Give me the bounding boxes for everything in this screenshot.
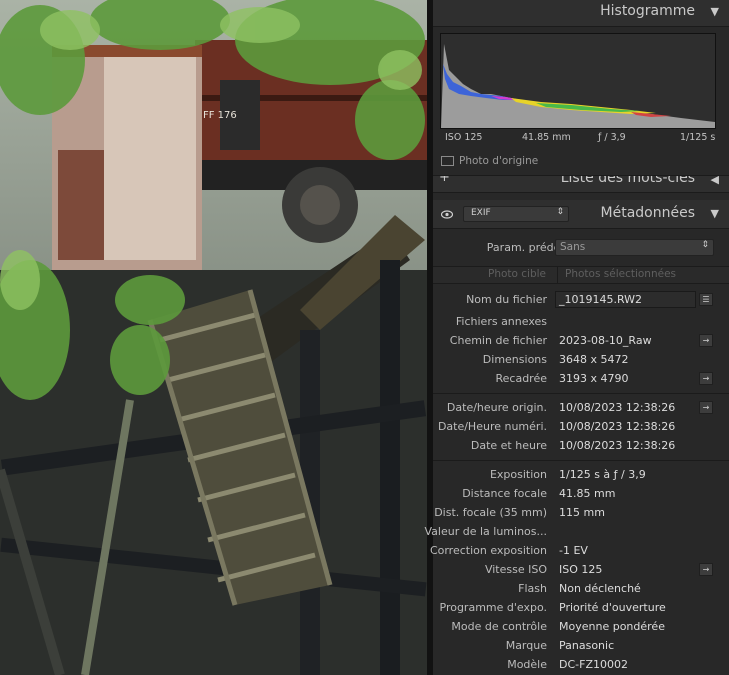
target-photo-button[interactable]: Photo cible <box>488 268 546 280</box>
row-date-digit: Date/Heure numéri. 10/08/2023 12:38:26 <box>433 417 729 436</box>
eye-icon[interactable] <box>440 209 454 222</box>
row-program: Programme d'expo. Priorité d'ouverture <box>433 598 729 617</box>
go-to-crop-icon[interactable]: → <box>699 372 713 385</box>
original-photo-label: Photo d'origine <box>459 155 539 167</box>
field-label: Mode de contrôle <box>451 620 547 633</box>
go-to-folder-icon[interactable]: → <box>699 334 713 347</box>
target-selection-row: Photo cible Photos sélectionnées <box>433 266 729 284</box>
field-value: Moyenne pondérée <box>559 620 665 633</box>
row-model: Modèle DC-FZ10002 <box>433 655 729 674</box>
row-crop: Recadrée 3193 x 4790 → <box>433 369 729 388</box>
row-date-orig: Date/heure origin. 10/08/2023 12:38:26 → <box>433 398 729 417</box>
hist-iso: ISO 125 <box>445 132 483 143</box>
go-to-date-icon[interactable]: → <box>699 401 713 414</box>
keywords-title: Liste des mots-clés <box>560 175 695 186</box>
field-label: Exposition <box>489 468 547 481</box>
field-label: Vitesse ISO <box>484 563 547 576</box>
collapse-triangle-icon[interactable]: ◀ <box>711 176 719 186</box>
right-panel: Histogramme ▼ ISO 125 41.85 mm ƒ / 3,9 1… <box>425 0 729 675</box>
field-value: 41.85 mm <box>559 487 616 500</box>
field-value: Priorité d'ouverture <box>559 601 666 614</box>
field-label: Flash <box>518 582 547 595</box>
photo-image: FF 176 <box>0 0 427 675</box>
filename-value[interactable]: _1019145.RW2 <box>559 293 642 306</box>
field-value: ISO 125 <box>559 563 603 576</box>
row-flash: Flash Non déclenché <box>433 579 729 598</box>
field-value: DC-FZ10002 <box>559 658 628 671</box>
field-value: Panasonic <box>559 639 615 652</box>
metadata-view-select[interactable]: EXIF ⇕ <box>463 206 569 222</box>
row-exposure: Exposition 1/125 s à ƒ / 3,9 <box>433 465 729 484</box>
histogram-graph <box>440 33 716 129</box>
histogram-header[interactable]: Histogramme ▼ <box>433 0 729 27</box>
field-value: 2023-08-10_Raw <box>559 334 652 347</box>
field-value: 10/08/2023 12:38:26 <box>559 439 676 452</box>
field-value: 115 mm <box>559 506 605 519</box>
preset-value: Sans <box>560 241 586 253</box>
section-divider <box>433 460 729 461</box>
field-label: Date/heure origin. <box>446 401 547 414</box>
row-folder: Chemin de fichier 2023-08-10_Raw → <box>433 331 729 350</box>
hist-shutter: 1/125 s <box>680 132 716 143</box>
field-label: Dimensions <box>482 353 547 366</box>
row-filename: Nom du fichier _1019145.RW2 ☰ <box>433 290 729 309</box>
row-date-time: Date et heure 10/08/2023 12:38:26 <box>433 436 729 455</box>
keywords-header[interactable]: + Liste des mots-clés ◀ <box>433 175 729 193</box>
field-label: Valeur de la luminos... <box>424 525 548 538</box>
updown-arrows-icon: ⇕ <box>701 240 709 250</box>
field-label: Marque <box>505 639 547 652</box>
hist-focal: 41.85 mm <box>522 132 571 143</box>
row-dimensions: Dimensions 3648 x 5472 <box>433 350 729 369</box>
preset-select[interactable]: Sans ⇕ <box>555 239 714 256</box>
field-value: 10/08/2023 12:38:26 <box>559 401 676 414</box>
field-label: Distance focale <box>462 487 547 500</box>
field-label: Dist. focale (35 mm) <box>434 506 547 519</box>
field-value: 3193 x 4790 <box>559 372 629 385</box>
field-label: Fichiers annexes <box>455 315 547 328</box>
field-label: Correction exposition <box>429 544 547 557</box>
add-icon[interactable]: + <box>439 176 450 185</box>
updown-arrows-icon: ⇕ <box>556 207 564 217</box>
wagon-text: FF 176 <box>203 110 237 121</box>
field-label: Nom du fichier <box>466 293 547 306</box>
field-value: 10/08/2023 12:38:26 <box>559 420 676 433</box>
field-value: 1/125 s à ƒ / 3,9 <box>559 468 646 481</box>
histogram-info: ISO 125 41.85 mm ƒ / 3,9 1/125 s <box>440 131 716 147</box>
original-photo-toggle[interactable]: Photo d'origine <box>441 155 538 173</box>
selected-photos-button[interactable]: Photos sélectionnées <box>565 268 676 280</box>
field-value: 3648 x 5472 <box>559 353 629 366</box>
field-label: Recadrée <box>495 372 547 385</box>
metadata-title: Métadonnées <box>600 205 695 221</box>
metadata-view-value: EXIF <box>471 208 491 218</box>
metadata-header[interactable]: EXIF ⇕ Métadonnées ▼ <box>433 200 729 229</box>
field-value: Non déclenché <box>559 582 641 595</box>
field-label: Chemin de fichier <box>449 334 547 347</box>
row-exp-comp: Correction exposition -1 EV <box>429 541 729 560</box>
go-to-iso-icon[interactable]: → <box>699 563 713 576</box>
field-label: Programme d'expo. <box>439 601 548 614</box>
row-iso: Vitesse ISO ISO 125 → <box>433 560 729 579</box>
field-value: -1 EV <box>559 544 588 557</box>
section-divider <box>433 393 729 394</box>
target-separator <box>557 267 558 283</box>
histogram-title: Histogramme <box>600 3 695 19</box>
field-label: Modèle <box>507 658 547 671</box>
collapse-triangle-icon[interactable]: ▼ <box>711 207 719 220</box>
row-make: Marque Panasonic <box>433 636 729 655</box>
field-label: Date et heure <box>470 439 547 452</box>
row-focal35: Dist. focale (35 mm) 115 mm <box>433 503 729 522</box>
row-sidecar: Fichiers annexes <box>433 312 729 331</box>
photo-preview[interactable]: FF 176 <box>0 0 427 675</box>
list-icon[interactable]: ☰ <box>699 293 713 306</box>
row-metering: Mode de contrôle Moyenne pondérée <box>433 617 729 636</box>
field-label: Date/Heure numéri. <box>437 420 547 433</box>
row-focal: Distance focale 41.85 mm <box>433 484 729 503</box>
hist-aperture: ƒ / 3,9 <box>598 132 626 143</box>
collapse-triangle-icon[interactable]: ▼ <box>711 5 719 18</box>
row-brightness: Valeur de la luminos... <box>425 522 729 541</box>
checkbox-icon[interactable] <box>441 156 454 166</box>
